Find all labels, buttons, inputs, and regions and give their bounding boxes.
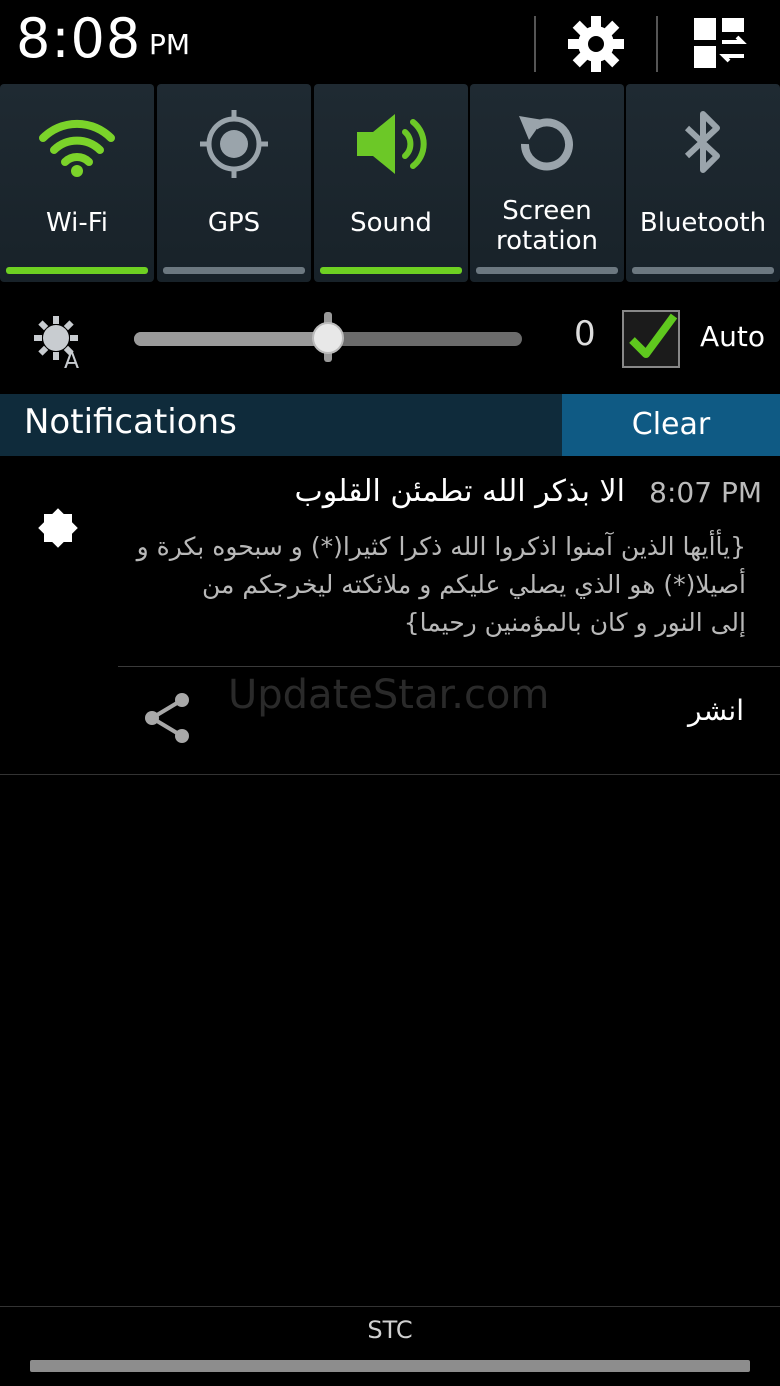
toggle-indicator [476, 267, 618, 274]
brightness-value: 0 [574, 314, 596, 354]
share-icon[interactable] [140, 690, 196, 746]
toggle-indicator [320, 267, 462, 274]
notification-body: {يأأيها الذين آمنوا اذكروا الله ذكرا كثي… [116, 528, 746, 642]
checkmark-icon [629, 313, 678, 358]
watermark: UpdateStar.com [228, 672, 550, 718]
status-divider [534, 16, 536, 72]
carrier-label: STC [367, 1316, 413, 1344]
toggle-label: Wi-Fi [45, 208, 109, 238]
brightness-thumb[interactable] [312, 322, 344, 354]
toggle-label: Sound [350, 208, 432, 238]
toggle-indicator [632, 267, 774, 274]
toggle-wifi[interactable]: Wi-Fi [0, 84, 154, 282]
star-badge-icon [38, 508, 78, 548]
auto-brightness-checkbox[interactable] [622, 310, 680, 368]
clock: 8:08 [16, 7, 142, 70]
notification-item[interactable]: الا بذكر الله تطمئن القلوب 8:07 PM {يأأي… [0, 458, 780, 776]
rotation-icon [519, 116, 573, 171]
notification-time: 8:07 PM [649, 476, 762, 509]
notification-line: أصيلا(*) هو الذي يصلي عليكم و ملائكته لي… [201, 570, 746, 599]
auto-brightness-icon[interactable]: A [32, 314, 88, 370]
share-action-label[interactable]: انشر [688, 694, 744, 727]
toggle-sound[interactable]: Sound [314, 84, 468, 282]
toggle-screen-rotation[interactable]: Screen rotation [470, 84, 624, 282]
bluetooth-icon [684, 111, 720, 173]
clock-ampm: PM [149, 28, 191, 61]
brightness-row: A 0 Auto [0, 284, 780, 392]
notification-divider [118, 666, 780, 667]
notifications-title: Notifications [24, 402, 237, 442]
notification-bottom-divider [0, 774, 780, 775]
toggle-gps[interactable]: GPS [157, 84, 311, 282]
brightness-fill [134, 332, 328, 346]
gear-icon[interactable] [566, 14, 626, 74]
svg-text:A: A [64, 349, 79, 370]
clear-button[interactable]: Clear [562, 394, 780, 456]
notification-line: إلى النور و كان بالمؤمنين رحيما} [403, 608, 746, 637]
drag-handle[interactable] [30, 1360, 750, 1372]
status-divider [656, 16, 658, 72]
toggle-label: Screen rotation [496, 196, 598, 256]
status-bar: 8:08 PM [0, 0, 780, 84]
toggle-indicator [6, 267, 148, 274]
auto-label: Auto [700, 320, 766, 353]
toggle-label: GPS [207, 208, 261, 238]
sound-icon [357, 114, 427, 174]
bottom-divider [0, 1306, 780, 1307]
notifications-header: Notifications Clear [0, 394, 780, 456]
notification-line: {يأأيها الذين آمنوا اذكروا الله ذكرا كثي… [136, 532, 746, 561]
toggle-label: Bluetooth [639, 208, 767, 238]
grid-toggle-icon[interactable] [690, 14, 750, 74]
toggle-bluetooth[interactable]: Bluetooth [626, 84, 780, 282]
gps-icon [200, 110, 268, 178]
quick-settings: Wi-Fi GPS Sound Screen rotation Bluetoot… [0, 84, 780, 284]
notification-title: الا بذكر الله تطمئن القلوب [294, 474, 625, 509]
toggle-indicator [163, 267, 305, 274]
wifi-icon [39, 119, 115, 177]
